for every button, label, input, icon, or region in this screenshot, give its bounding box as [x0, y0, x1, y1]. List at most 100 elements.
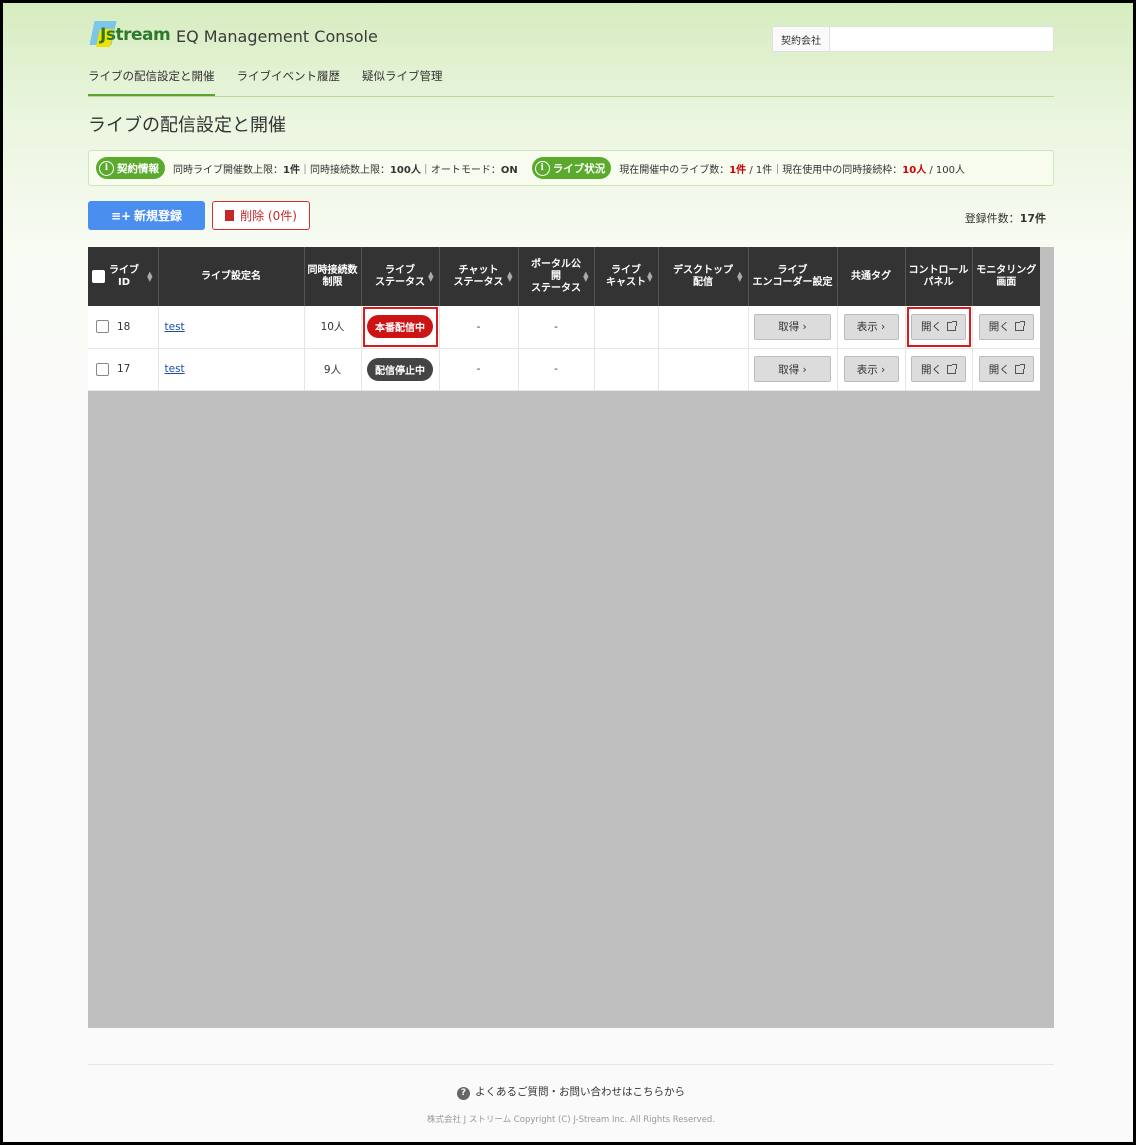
page-frame: Jstream EQ Management Console 契約会社 ライブの配… [0, 0, 1136, 1145]
col-encoder: ライブ エンコーダー設定 [748, 247, 838, 306]
open-monitor-label: 開く [988, 321, 1010, 334]
row-monitor-cell: 開く [972, 348, 1040, 391]
nav-pseudo-live[interactable]: 疑似ライブ管理 [362, 65, 443, 96]
col-desktop-label-2: 配信 [693, 276, 713, 288]
row-monitor-cell: 開く [972, 306, 1040, 349]
row-limit: 9人 [304, 348, 362, 391]
row-encoder-cell: 取得 › [748, 306, 838, 349]
row-id: 18 [117, 320, 131, 333]
col-cast-label-1: ライブ [611, 264, 641, 276]
live-count-value: 1件 [729, 164, 747, 176]
col-portal-label-1: ポータル公 [531, 258, 581, 270]
col-portal-label-3: ステータス [531, 282, 581, 294]
open-monitor-button[interactable]: 開く [978, 356, 1034, 382]
logo-text: Jstream [100, 25, 171, 45]
select-all-checkbox[interactable] [92, 270, 105, 283]
col-id-label-2: ID [117, 276, 131, 288]
row-cast [594, 306, 659, 349]
contract-limit-label: 同時ライブ開催数上限： [173, 164, 283, 176]
conn-limit-value: 100人 [389, 164, 421, 176]
col-tag: 共通タグ [837, 247, 906, 306]
row-name-link[interactable]: test [165, 321, 185, 333]
main-nav: ライブの配信設定と開催 ライブイベント履歴 疑似ライブ管理 [88, 65, 1054, 97]
sort-icon: ▲ ▼ [647, 270, 653, 283]
col-control-label-1: コントロール [908, 264, 969, 276]
row-id-cell: 18 [88, 306, 159, 349]
conn-used-label: ｜現在使用中の同時接続枠： [772, 164, 903, 176]
open-control-label: 開く [921, 363, 942, 376]
open-control-button[interactable]: 開く [911, 356, 966, 382]
sort-icon: ▲ ▼ [147, 270, 153, 283]
table-row: 18 test 10人 本番配信中 - - 取得 › 表示 › 開く 開く [88, 306, 1040, 349]
col-encoder-label-2: エンコーダー設定 [752, 276, 833, 288]
row-cast [594, 348, 659, 391]
col-desktop[interactable]: デスクトップ 配信 ▲ ▼ [658, 247, 749, 306]
get-encoder-button[interactable]: 取得 › [754, 313, 831, 340]
col-control: コントロール パネル [905, 247, 973, 306]
live-table: ライブ ID ▲ ▼ ライブ設定名 同時接続数 制限 ライブ ステータス ▲ ▼ チャット ステ… [88, 247, 1040, 391]
row-name-link[interactable]: test [165, 363, 185, 375]
copyright: 株式会社 J ストリーム Copyright (C) J-Stream Inc.… [426, 1115, 716, 1125]
open-monitor-button[interactable]: 開く [978, 313, 1034, 340]
contract-info-label: 契約情報 [117, 162, 159, 175]
col-portal[interactable]: ポータル公開ステータス ▲ ▼ [518, 247, 595, 306]
col-id[interactable]: ライブ ID ▲ ▼ [88, 247, 159, 306]
open-control-label: 開く [921, 321, 942, 334]
contract-field[interactable] [833, 30, 1050, 48]
row-name-cell: test [158, 348, 305, 391]
delete-label: 削除 (0件) [240, 209, 297, 223]
row-chat: - [439, 348, 519, 391]
new-register-label: 新規登録 [134, 209, 183, 223]
contract-limit-value: 1件 [283, 164, 300, 176]
contract-info-text: 同時ライブ開催数上限：1件｜同時接続数上限：100人｜オートモード：ON [173, 161, 518, 176]
open-control-button[interactable]: 開く [911, 313, 966, 340]
record-count-label: 登録件数： [964, 212, 1020, 225]
list-add-icon: ≡+ [110, 208, 132, 223]
live-status-label: ライブ状況 [552, 162, 606, 175]
show-tag-button[interactable]: 表示 › [843, 356, 899, 382]
col-portal-label-2: 開 [551, 270, 561, 282]
auto-mode-label: ｜オートモード： [420, 164, 501, 176]
col-encoder-label-1: ライブ [777, 264, 808, 276]
sort-icon: ▲ ▼ [428, 270, 434, 283]
external-link-icon [1014, 321, 1025, 332]
auto-mode-value: ON [500, 164, 518, 176]
conn-limit-label: ｜同時接続数上限： [299, 164, 390, 176]
question-icon: ? [457, 1087, 470, 1100]
row-checkbox[interactable] [96, 362, 109, 376]
show-tag-button[interactable]: 表示 › [843, 313, 899, 340]
delete-button[interactable]: 削除 (0件) [212, 201, 310, 230]
app-title: EQ Management Console [176, 27, 378, 46]
col-control-label-2: パネル [923, 276, 954, 288]
live-status-text: 現在開催中のライブ数：1件 / 1件｜現在使用中の同時接続枠：10人 / 100… [619, 161, 965, 176]
new-register-button[interactable]: ≡+ 新規登録 [88, 201, 205, 230]
nav-live-history[interactable]: ライブイベント履歴 [237, 65, 341, 96]
col-status[interactable]: ライブ ステータス ▲ ▼ [361, 247, 440, 306]
jstream-logo[interactable]: Jstream [88, 19, 171, 49]
col-cast[interactable]: ライブ キャスト ▲ ▼ [594, 247, 659, 306]
row-control-cell: 開く [905, 306, 973, 349]
nav-live-settings[interactable]: ライブの配信設定と開催 [88, 65, 215, 96]
row-id: 17 [117, 363, 131, 375]
open-monitor-label: 開く [988, 363, 1010, 376]
page-title: ライブの配信設定と開催 [88, 115, 286, 136]
col-name[interactable]: ライブ設定名 [158, 247, 305, 306]
col-limit[interactable]: 同時接続数 制限 [304, 247, 362, 306]
table-row: 17 test 9人 配信停止中 - - 取得 › 表示 › 開く 開く [88, 348, 1040, 391]
col-limit-label-2: 制限 [322, 276, 343, 288]
get-encoder-button[interactable]: 取得 › [754, 356, 831, 382]
col-monitor: モニタリング 画面 [972, 247, 1040, 306]
action-bar: ≡+ 新規登録 削除 (0件) 登録件数：17件 [88, 200, 1054, 232]
col-status-label-2: ステータス [375, 276, 425, 288]
faq-link[interactable]: ? よくあるご質問・お問い合わせはこちらから [88, 1084, 1054, 1100]
external-link-icon [947, 321, 957, 332]
external-link-icon [1014, 363, 1025, 374]
row-encoder-cell: 取得 › [748, 348, 838, 391]
info-icon: i [99, 160, 114, 176]
row-limit: 10人 [304, 306, 362, 349]
col-desktop-label-1: デスクトップ [673, 264, 733, 276]
row-checkbox[interactable] [96, 320, 109, 334]
sort-icon: ▲ ▼ [583, 270, 589, 283]
col-chat[interactable]: チャット ステータス ▲ ▼ [439, 247, 519, 306]
row-portal: - [518, 348, 595, 391]
